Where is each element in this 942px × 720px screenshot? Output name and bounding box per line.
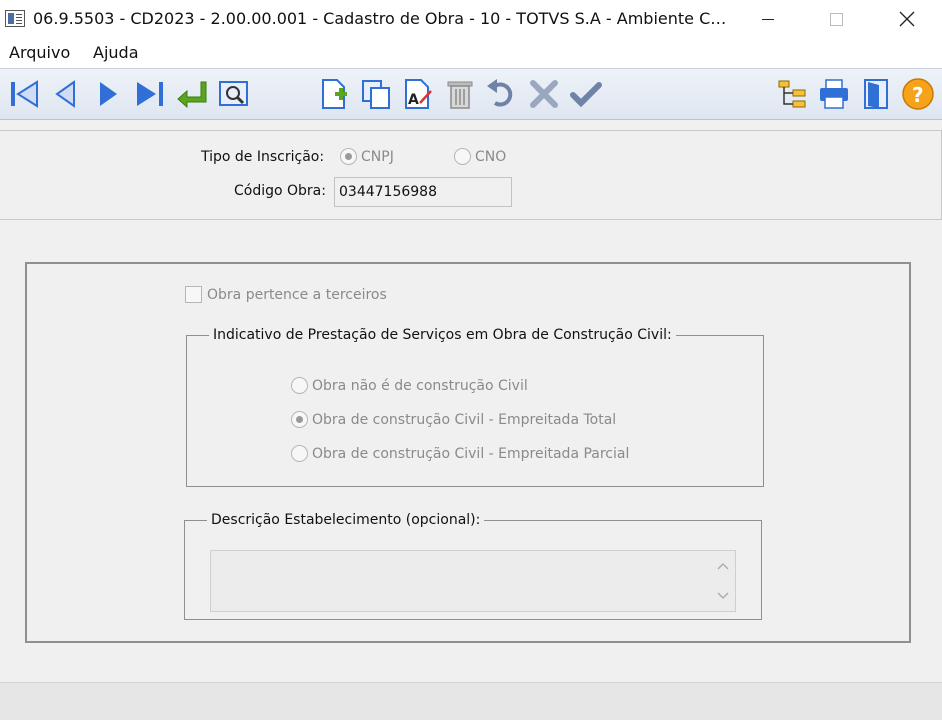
- cancel-icon: [530, 80, 558, 108]
- radio-cno[interactable]: CNO: [454, 148, 506, 165]
- svg-text:A: A: [408, 92, 419, 108]
- radio-empreitada-parcial[interactable]: Obra de construção Civil - Empreitada Pa…: [291, 445, 629, 462]
- radio-cnpj-circle[interactable]: [340, 148, 357, 165]
- codigo-obra-label: Código Obra:: [234, 183, 326, 199]
- tree-view-button[interactable]: [774, 76, 810, 112]
- previous-record-button[interactable]: [48, 76, 84, 112]
- header-panel: Tipo de Inscrição: CNPJ CNO Código Obra:…: [0, 130, 942, 220]
- last-record-button[interactable]: [132, 76, 168, 112]
- close-button[interactable]: [884, 0, 930, 38]
- copy-record-icon: [362, 80, 390, 109]
- copy-record-button[interactable]: [358, 76, 394, 112]
- radio-nao-construcao-label: Obra não é de construção Civil: [312, 377, 528, 394]
- minimize-icon: [762, 18, 774, 20]
- radio-cno-circle[interactable]: [454, 148, 471, 165]
- confirm-button[interactable]: [568, 76, 604, 112]
- print-button[interactable]: [816, 76, 852, 112]
- maximize-button[interactable]: [813, 0, 859, 38]
- undo-icon: [487, 79, 513, 107]
- obra-terceiros-label: Obra pertence a terceiros: [207, 286, 387, 303]
- radio-empreitada-total[interactable]: Obra de construção Civil - Empreitada To…: [291, 411, 629, 428]
- cancel-button[interactable]: [526, 76, 562, 112]
- last-record-icon: [137, 82, 163, 106]
- obra-terceiros-box[interactable]: [185, 286, 202, 303]
- status-bar: [0, 682, 942, 720]
- exit-door-icon: [864, 79, 888, 109]
- scroll-up-button[interactable]: [714, 557, 732, 575]
- search-zoom-button[interactable]: [216, 76, 252, 112]
- menu-ajuda[interactable]: Ajuda: [93, 43, 139, 62]
- chevron-up-icon: [717, 563, 729, 570]
- radio-cno-label: CNO: [475, 148, 507, 165]
- edit-record-icon: A: [405, 79, 432, 109]
- help-icon: ?: [902, 78, 934, 110]
- toolbar: A ?: [0, 68, 942, 120]
- print-icon: [820, 79, 848, 109]
- indicativo-legend: Indicativo de Prestação de Serviços em O…: [213, 327, 672, 343]
- undo-button[interactable]: [484, 76, 520, 112]
- tipo-inscricao-label: Tipo de Inscrição:: [201, 149, 325, 165]
- descricao-legend: Descrição Estabelecimento (opcional):: [211, 512, 481, 528]
- first-record-button[interactable]: [6, 76, 42, 112]
- select-enter-icon: [177, 81, 207, 109]
- title-bar: 06.9.5503 - CD2023 - 2.00.00.001 - Cadas…: [0, 0, 942, 38]
- svg-text:?: ?: [912, 83, 924, 107]
- next-record-button[interactable]: [90, 76, 126, 112]
- maximize-icon: [829, 12, 843, 26]
- search-zoom-icon: [219, 81, 248, 106]
- menu-arquivo[interactable]: Arquivo: [9, 43, 70, 62]
- radio-cnpj[interactable]: CNPJ: [340, 148, 394, 165]
- select-enter-button[interactable]: [174, 76, 210, 112]
- descricao-group: Descrição Estabelecimento (opcional):: [184, 512, 762, 620]
- tree-view-icon: [778, 80, 806, 108]
- confirm-icon: [570, 82, 602, 108]
- radio-empreitada-parcial-circle[interactable]: [291, 445, 308, 462]
- main-panel: Obra pertence a terceiros Indicativo de …: [25, 262, 911, 643]
- radio-nao-construcao-circle[interactable]: [291, 377, 308, 394]
- first-record-icon: [11, 80, 38, 108]
- radio-nao-construcao[interactable]: Obra não é de construção Civil: [291, 377, 629, 394]
- minimize-button[interactable]: [745, 0, 791, 38]
- descricao-textarea[interactable]: [210, 550, 736, 612]
- exit-button[interactable]: [858, 76, 894, 112]
- codigo-obra-field[interactable]: 03447156988: [334, 177, 512, 207]
- previous-record-icon: [55, 80, 75, 108]
- delete-record-icon: [447, 81, 473, 109]
- indicativo-group: Indicativo de Prestação de Serviços em O…: [186, 327, 764, 487]
- new-record-icon: [322, 79, 347, 109]
- edit-record-button[interactable]: A: [400, 76, 436, 112]
- indicativo-radio-list: Obra não é de construção Civil Obra de c…: [291, 377, 629, 479]
- new-record-button[interactable]: [316, 76, 352, 112]
- chevron-down-icon: [717, 592, 729, 599]
- scroll-down-button[interactable]: [714, 587, 732, 605]
- menu-bar: Arquivo Ajuda: [0, 38, 942, 68]
- delete-record-button[interactable]: [442, 76, 478, 112]
- radio-empreitada-total-label: Obra de construção Civil - Empreitada To…: [312, 411, 617, 428]
- radio-empreitada-parcial-label: Obra de construção Civil - Empreitada Pa…: [312, 445, 630, 462]
- help-button[interactable]: ?: [900, 76, 936, 112]
- obra-terceiros-checkbox[interactable]: Obra pertence a terceiros: [185, 286, 387, 303]
- radio-empreitada-total-circle[interactable]: [291, 411, 308, 428]
- window-title: 06.9.5503 - CD2023 - 2.00.00.001 - Cadas…: [33, 9, 733, 28]
- app-window-icon: [5, 10, 25, 27]
- radio-cnpj-label: CNPJ: [361, 148, 394, 165]
- close-icon: [899, 11, 915, 27]
- next-record-icon: [100, 82, 117, 106]
